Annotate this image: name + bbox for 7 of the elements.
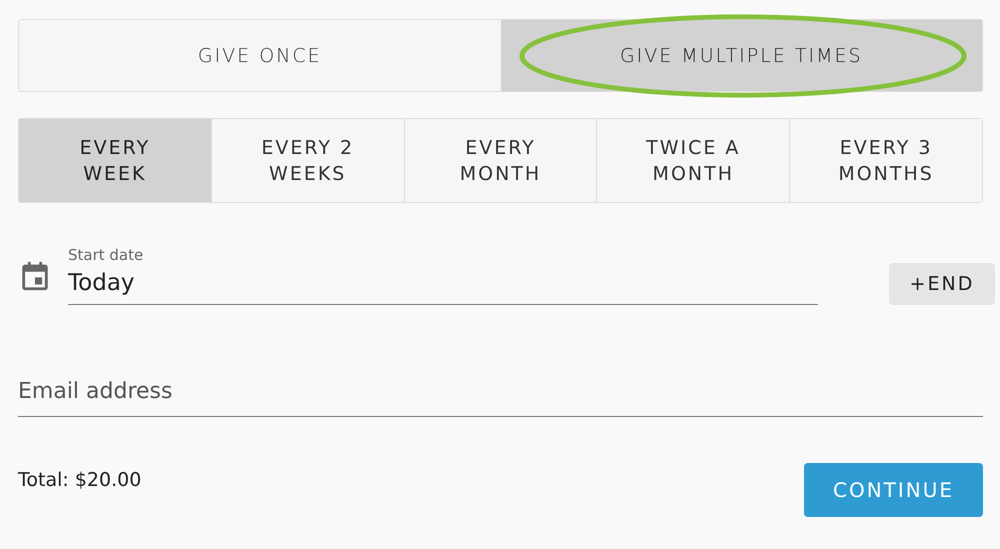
start-date-field[interactable]: Start date Today: [68, 239, 818, 305]
add-end-date-button[interactable]: +END: [889, 263, 995, 305]
total-amount: Total: $20.00: [18, 469, 142, 491]
frequency-tab[interactable]: EVERY WEEK: [19, 119, 211, 202]
give-mode-tab[interactable]: GIVE MULTIPLE TIMES: [500, 20, 982, 91]
frequency-tab[interactable]: EVERY 3 MONTHS: [789, 119, 982, 202]
email-field[interactable]: Email address: [18, 375, 983, 417]
